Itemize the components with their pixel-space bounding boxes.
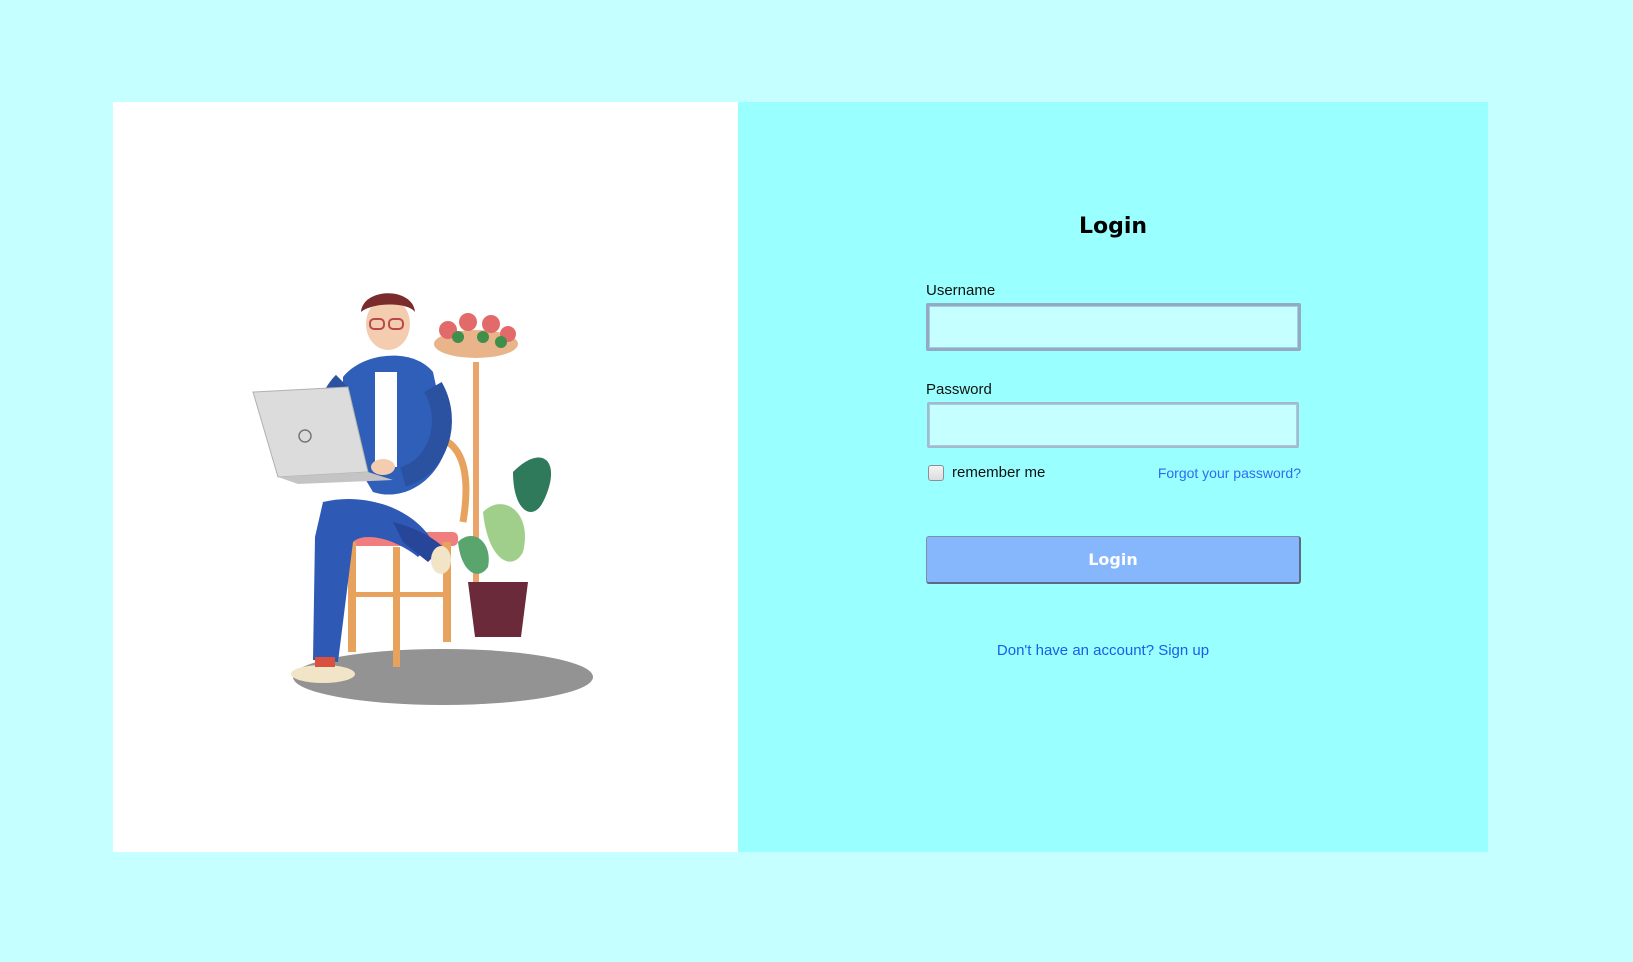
remember-me: remember me (926, 464, 1045, 481)
remember-me-checkbox[interactable] (928, 464, 944, 481)
forgot-password-link[interactable]: Forgot your password? (1158, 465, 1301, 481)
password-input[interactable] (927, 402, 1299, 448)
person-with-laptop-illustration (252, 293, 593, 705)
remember-row: remember me Forgot your password? (926, 464, 1301, 481)
remember-me-label[interactable]: remember me (952, 464, 1045, 481)
login-card: Login Username Password remember me Forg… (113, 102, 1488, 852)
page-title: Login (1078, 214, 1148, 239)
login-panel: Login Username Password remember me Forg… (738, 102, 1488, 852)
signup-row: Don't have an account? Sign up (738, 642, 1488, 660)
login-form: Username Password remember me Forgot you… (926, 282, 1301, 584)
signup-link[interactable]: Don't have an account? Sign up (997, 642, 1209, 659)
illustration-panel (113, 102, 738, 852)
username-label: Username (926, 282, 996, 299)
login-button[interactable]: Login (926, 536, 1301, 584)
password-label: Password (926, 381, 992, 398)
username-input[interactable] (926, 303, 1301, 351)
